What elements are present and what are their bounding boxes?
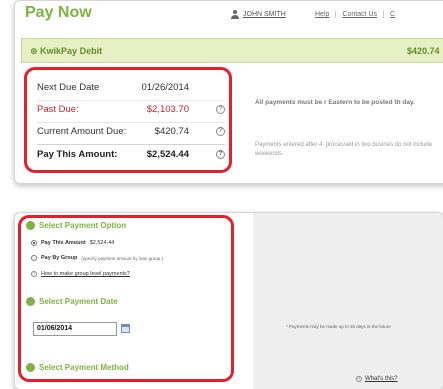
option-note: (specify payment amount by loan group.) [81, 255, 163, 261]
radio-selected-icon[interactable] [31, 240, 37, 246]
pay-this-amount-row: Pay This Amount: $2,524.44 ? [37, 144, 225, 164]
option-label: Pay This Amount [41, 240, 86, 246]
step-title: Select Payment Date [39, 297, 118, 306]
help-link[interactable]: Help [315, 11, 335, 18]
question-icon: ? [31, 271, 37, 277]
step-2-icon [26, 297, 35, 306]
expand-icon: ⊕ [30, 46, 41, 56]
step-title: Select Payment Method [39, 363, 129, 372]
step-select-payment-date: Select Payment Date [26, 297, 118, 306]
step-1-icon [26, 221, 35, 230]
radio-unselected-icon[interactable] [31, 255, 37, 261]
help-icon[interactable]: ? [216, 150, 225, 159]
kwikpay-bar[interactable]: ⊕ KwikPay Debit $420.74 [21, 38, 443, 63]
more-link[interactable]: C [383, 11, 401, 18]
past-due-label: Past Due: [37, 104, 79, 115]
next-due-date-label: Next Due Date [37, 82, 100, 93]
group-payment-help-link[interactable]: ? How to make group level payments? [31, 271, 130, 277]
payment-steps-panel: Select Payment Option Pay This Amount $2… [18, 215, 234, 382]
processing-time-notice: Payments entered after 4: processed in t… [255, 142, 433, 157]
current-amount-row: Current Amount Due: $420.74 ? [37, 122, 225, 142]
step-3-icon [26, 363, 35, 372]
option-label: Pay By Group [41, 255, 78, 261]
pay-this-amount-option[interactable]: Pay This Amount $2,524.44 [31, 240, 114, 246]
kwikpay-amount: $420.74 [407, 46, 440, 56]
user-name-link[interactable]: JOHN SMITH [243, 11, 286, 18]
calendar-icon[interactable] [121, 324, 130, 333]
help-icon[interactable]: ? [216, 105, 225, 114]
step-select-payment-method: Select Payment Method [26, 363, 129, 372]
posting-deadline-notice: All payments must be r Eastern to be pos… [255, 99, 415, 106]
header-links: Help Contact Us C [315, 11, 401, 18]
pay-by-group-option[interactable]: Pay By Group (specify payment amount by … [31, 255, 163, 261]
payment-date-note: * Payments may be made up to 30 days in … [286, 324, 391, 329]
current-amount-label: Current Amount Due: [37, 126, 127, 137]
balance-summary-panel: Next Due Date 01/26/2014 Past Due: $2,10… [24, 67, 232, 173]
user-account[interactable]: JOHN SMITH [230, 10, 286, 19]
past-due-row: Past Due: $2,103.70 ? [37, 100, 225, 120]
help-icon[interactable]: ? [216, 127, 225, 136]
payment-date-input[interactable]: 01/06/2014 [33, 322, 117, 336]
pay-this-amount-value: $2,524.44 [146, 149, 189, 160]
kwikpay-label: ⊕ KwikPay Debit [30, 46, 103, 56]
user-icon [230, 10, 239, 19]
step-select-payment-option: Select Payment Option [26, 221, 126, 230]
side-panel [253, 213, 443, 389]
page-title: Pay Now [25, 4, 92, 21]
contact-us-link[interactable]: Contact Us [335, 11, 383, 18]
option-amount: $2,524.44 [89, 240, 115, 246]
next-due-date-row: Next Due Date 01/26/2014 [37, 78, 225, 98]
past-due-value: $2,103.70 [146, 104, 189, 115]
next-due-date-value: 01/26/2014 [141, 82, 189, 93]
current-amount-value: $420.74 [154, 126, 189, 137]
question-icon: ? [356, 376, 362, 382]
step-title: Select Payment Option [39, 221, 127, 230]
whats-this-link[interactable]: ? What's this? [356, 376, 398, 382]
pay-this-amount-label: Pay This Amount: [37, 149, 118, 160]
